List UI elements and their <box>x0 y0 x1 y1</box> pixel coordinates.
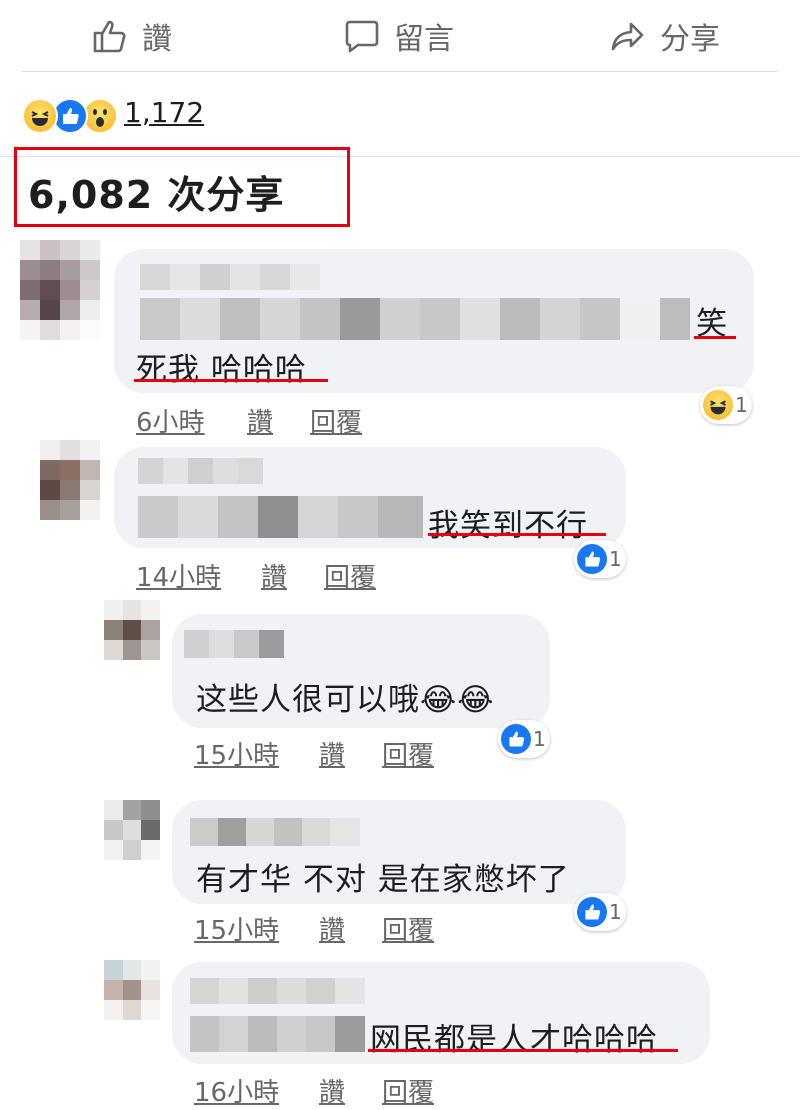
like-link[interactable]: 讚 <box>261 557 287 594</box>
reply-link[interactable]: 回覆 <box>310 402 362 439</box>
red-underline <box>694 336 736 339</box>
like-link[interactable]: 讚 <box>319 910 345 947</box>
timestamp[interactable]: 15小時 <box>194 735 279 772</box>
comment-text: 我笑到不行 <box>428 508 588 544</box>
redacted-name <box>138 458 263 484</box>
avatar[interactable] <box>104 800 160 860</box>
comment-label: 留言 <box>394 22 454 57</box>
comment-text: 死我 哈哈哈 <box>136 352 307 388</box>
reaction-badge[interactable]: 1 <box>574 540 626 578</box>
speech-bubble-icon <box>344 19 380 53</box>
comment-text: 有才华 不对 是在家憋坏了 <box>196 862 570 898</box>
like-button[interactable]: 讚 <box>92 14 172 58</box>
reaction-count: 1 <box>533 727 546 751</box>
avatar[interactable] <box>104 600 160 660</box>
haha-icon <box>22 98 58 134</box>
comment-text: 这些人很可以哦😂😂 <box>196 682 495 718</box>
redacted-name <box>190 818 360 846</box>
timestamp[interactable]: 6小時 <box>136 402 205 439</box>
like-link[interactable]: 讚 <box>319 1072 345 1109</box>
redacted-name <box>184 630 284 658</box>
reply-link[interactable]: 回覆 <box>382 1072 434 1109</box>
redacted-text <box>190 1016 365 1052</box>
comment-button[interactable]: 留言 <box>344 14 454 58</box>
like-icon <box>577 897 607 927</box>
share-arrow-icon <box>610 19 646 53</box>
reaction-badge[interactable]: 1 <box>700 386 752 424</box>
red-underline <box>134 379 328 382</box>
like-label: 讚 <box>142 22 172 57</box>
reaction-badge[interactable]: 1 <box>498 720 550 758</box>
redacted-name <box>140 264 320 290</box>
avatar[interactable] <box>104 960 160 1020</box>
reaction-count[interactable]: 1,172 <box>124 96 204 129</box>
share-button[interactable]: 分享 <box>610 14 720 58</box>
like-icon <box>577 544 607 574</box>
avatar[interactable] <box>40 440 100 520</box>
haha-icon <box>703 390 733 420</box>
like-icon <box>501 724 531 754</box>
red-underline <box>368 1049 678 1052</box>
redacted-name <box>190 978 365 1004</box>
timestamp[interactable]: 16小時 <box>194 1072 279 1109</box>
reply-link[interactable]: 回覆 <box>324 557 376 594</box>
share-count[interactable]: 6,082 次分享 <box>28 164 284 219</box>
timestamp[interactable]: 14小時 <box>136 557 221 594</box>
comment-text: 网民都是人才哈哈哈 <box>370 1022 658 1058</box>
reaction-count: 1 <box>609 547 622 571</box>
like-link[interactable]: 讚 <box>247 402 273 439</box>
redacted-text <box>140 298 690 340</box>
timestamp[interactable]: 15小時 <box>194 910 279 947</box>
reply-link[interactable]: 回覆 <box>382 910 434 947</box>
divider <box>22 71 777 72</box>
share-label: 分享 <box>660 22 720 57</box>
thumbs-up-icon <box>92 19 128 53</box>
avatar[interactable] <box>20 240 100 340</box>
like-link[interactable]: 讚 <box>319 735 345 772</box>
reply-link[interactable]: 回覆 <box>382 735 434 772</box>
reaction-badge[interactable]: 1 <box>574 893 626 931</box>
reaction-count: 1 <box>609 900 622 924</box>
redacted-text <box>138 496 423 538</box>
red-underline <box>428 533 606 536</box>
reaction-count: 1 <box>735 393 748 417</box>
